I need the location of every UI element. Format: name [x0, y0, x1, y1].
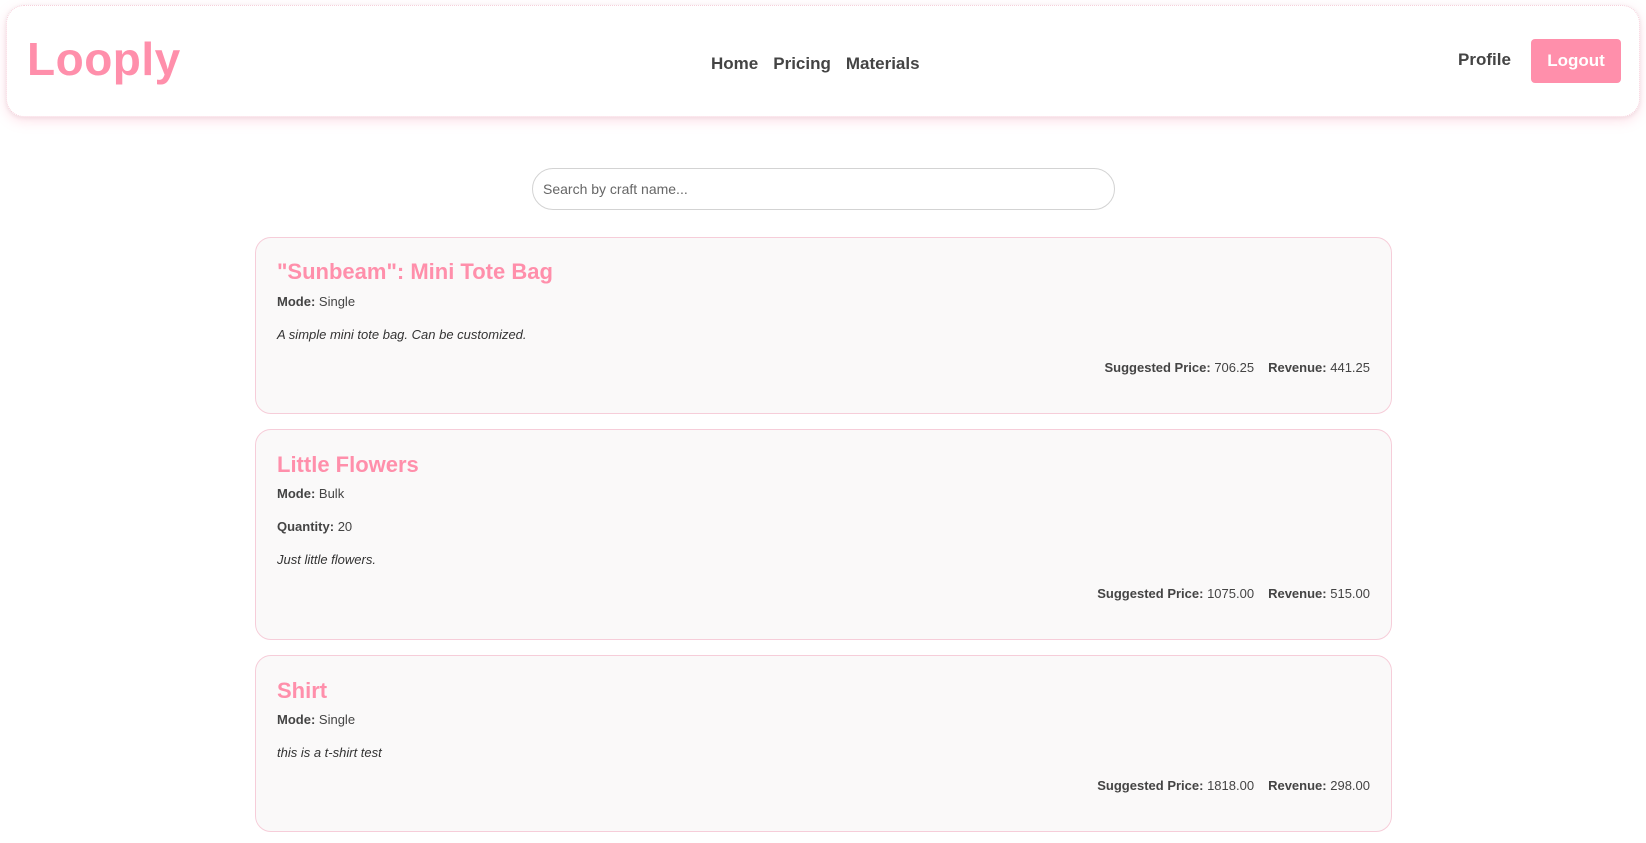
craft-stats: Suggested Price: 1818.00 Revenue: 298.00 [1097, 778, 1370, 793]
craft-stats: Suggested Price: 706.25 Revenue: 441.25 [1104, 360, 1370, 375]
craft-card-shirt[interactable]: Shirt Mode: Single this is a t-shirt tes… [255, 655, 1392, 832]
revenue-label: Revenue: [1268, 586, 1327, 601]
nav-link-pricing[interactable]: Pricing [773, 54, 831, 74]
mode-label: Mode: [277, 486, 316, 501]
top-navbar: Looply Home Pricing Materials Profile Lo… [6, 5, 1640, 117]
mode-value: Single [318, 294, 356, 309]
craft-mode: Mode: Bulk [277, 486, 344, 501]
revenue-value: 441.25 [1330, 360, 1370, 375]
revenue-label: Revenue: [1268, 360, 1327, 375]
mode-label: Mode: [277, 294, 316, 309]
craft-title: Shirt [277, 678, 328, 703]
suggested-price-value: 1818.00 [1207, 778, 1255, 793]
craft-card-little-flowers[interactable]: Little Flowers Mode: Bulk Quantity: 20 J… [255, 429, 1392, 640]
quantity-label: Quantity: [277, 519, 335, 534]
mode-value: Bulk [318, 486, 345, 501]
craft-description: this is a t-shirt test [277, 745, 382, 760]
craft-description: Just little flowers. [277, 552, 376, 567]
craft-title: "Sunbeam": Mini Tote Bag [277, 259, 553, 284]
craft-title: Little Flowers [277, 452, 419, 477]
revenue: Revenue: 515.00 [1268, 586, 1370, 601]
suggested-price: Suggested Price: 1075.00 [1097, 586, 1254, 601]
suggested-price-label: Suggested Price: [1104, 360, 1211, 375]
revenue-value: 515.00 [1330, 586, 1370, 601]
craft-quantity: Quantity: 20 [277, 519, 352, 534]
logout-button[interactable]: Logout [1531, 39, 1621, 83]
nav-link-home[interactable]: Home [711, 54, 758, 74]
nav-link-materials[interactable]: Materials [846, 54, 920, 74]
craft-card-sunbeam[interactable]: "Sunbeam": Mini Tote Bag Mode: Single A … [255, 237, 1392, 414]
suggested-price-label: Suggested Price: [1097, 778, 1204, 793]
craft-mode: Mode: Single [277, 294, 355, 309]
search-box [532, 168, 1115, 210]
app-logo[interactable]: Looply [27, 36, 181, 82]
suggested-price-value: 1075.00 [1207, 586, 1255, 601]
revenue-label: Revenue: [1268, 778, 1327, 793]
search-input[interactable] [533, 169, 1114, 209]
suggested-price: Suggested Price: 706.25 [1104, 360, 1254, 375]
revenue: Revenue: 441.25 [1268, 360, 1370, 375]
suggested-price: Suggested Price: 1818.00 [1097, 778, 1254, 793]
quantity-value: 20 [337, 519, 353, 534]
suggested-price-value: 706.25 [1214, 360, 1255, 375]
craft-stats: Suggested Price: 1075.00 Revenue: 515.00 [1097, 586, 1370, 601]
profile-link[interactable]: Profile [1458, 50, 1511, 70]
revenue: Revenue: 298.00 [1268, 778, 1370, 793]
main-nav: Home Pricing Materials [711, 54, 920, 74]
craft-mode: Mode: Single [277, 712, 355, 727]
mode-label: Mode: [277, 712, 316, 727]
suggested-price-label: Suggested Price: [1097, 586, 1204, 601]
revenue-value: 298.00 [1330, 778, 1370, 793]
craft-description: A simple mini tote bag. Can be customize… [277, 327, 527, 342]
mode-value: Single [318, 712, 356, 727]
